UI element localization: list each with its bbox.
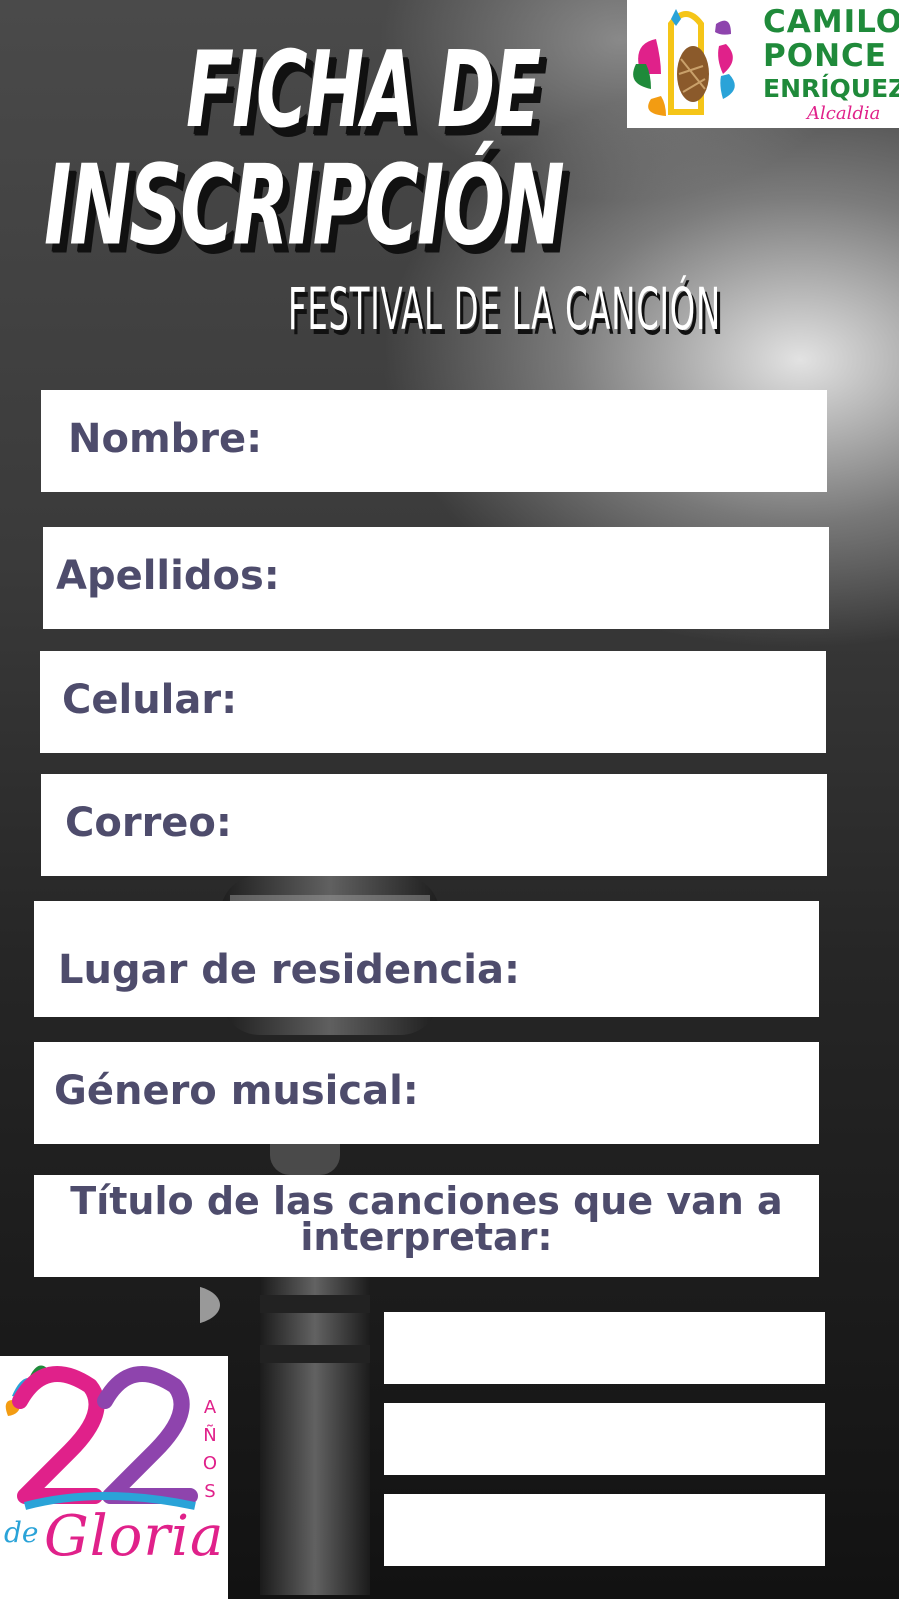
- anos-vertical-label: AÑOS: [202, 1397, 218, 1502]
- genero-musical-label: Género musical:: [54, 1068, 419, 1114]
- anniversary-logo: AÑOS de Gloria 22: [0, 1356, 228, 1599]
- nombre-label: Nombre:: [68, 416, 263, 462]
- logo-text-ponce: PONCE: [763, 38, 887, 74]
- song-title-input-1[interactable]: [384, 1312, 825, 1384]
- apellidos-label: Apellidos:: [56, 553, 280, 599]
- correo-field[interactable]: Correo:: [41, 774, 827, 876]
- logo-text-enriquez: ENRÍQUEZ: [763, 74, 899, 103]
- titulo-canciones-header: Título de las canciones que van a interp…: [34, 1175, 819, 1277]
- song-title-input-3[interactable]: [384, 1494, 825, 1566]
- song-title-input-2[interactable]: [384, 1403, 825, 1475]
- correo-label: Correo:: [65, 800, 232, 846]
- anniversary-prefix: de: [4, 1516, 39, 1549]
- celular-label: Celular:: [62, 677, 238, 723]
- lugar-residencia-field[interactable]: Lugar de residencia:: [34, 901, 819, 1017]
- apellidos-field[interactable]: Apellidos:: [43, 527, 829, 629]
- page-subtitle: FESTIVAL DE LA CANCIÓN: [288, 275, 721, 343]
- municipality-logo: CAMILO PONCE ENRÍQUEZ Alcaldia: [627, 0, 899, 128]
- flower-cacao-icon: [633, 9, 735, 116]
- genero-musical-field[interactable]: Género musical:: [34, 1042, 819, 1144]
- lugar-residencia-label: Lugar de residencia:: [58, 947, 520, 993]
- titulo-canciones-label: Título de las canciones que van a interp…: [70, 1179, 783, 1259]
- logo-tagline: Alcaldia: [807, 103, 881, 124]
- nombre-field[interactable]: Nombre:: [41, 390, 827, 492]
- logo-text-camilo: CAMILO: [763, 4, 899, 40]
- page-title-line1: FICHA DE: [186, 30, 541, 152]
- celular-field[interactable]: Celular:: [40, 651, 826, 753]
- page-title-line2: INSCRIPCIÓN: [44, 142, 565, 271]
- anniversary-word: Gloria: [44, 1504, 225, 1569]
